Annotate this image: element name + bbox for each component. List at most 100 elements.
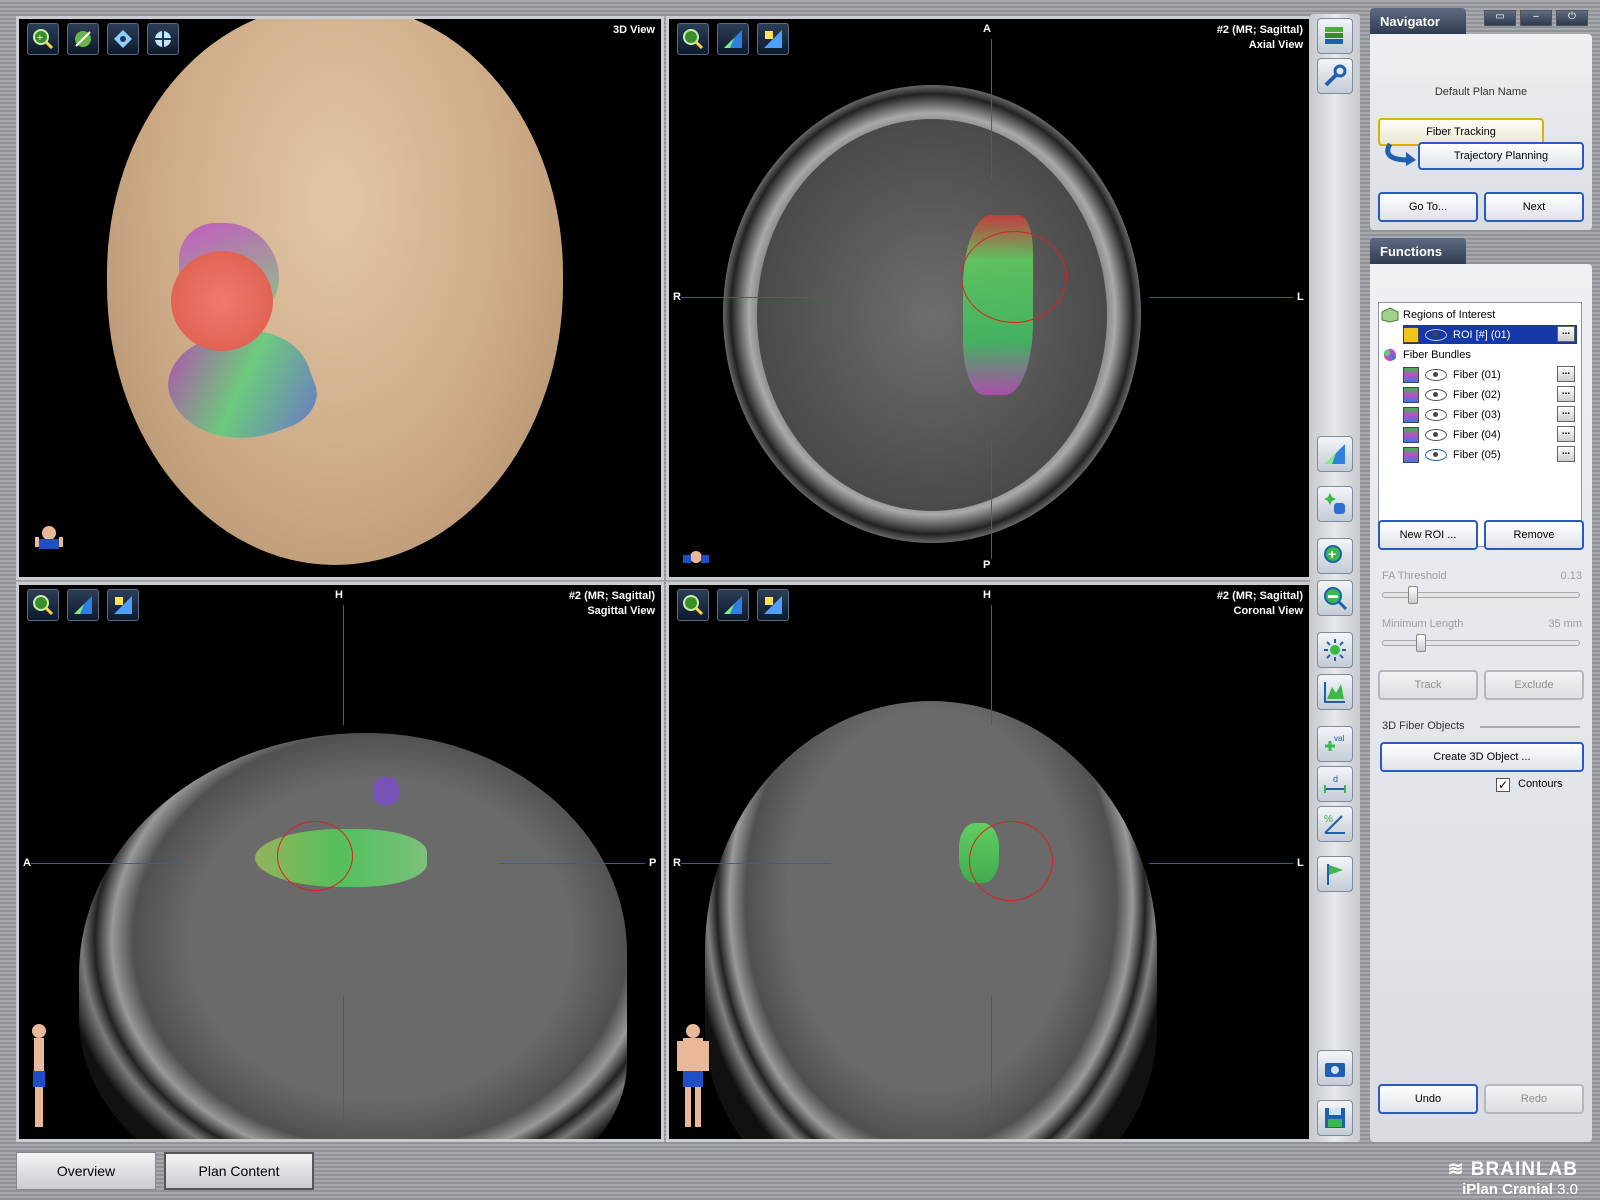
min-length-thumb[interactable]: [1416, 634, 1426, 652]
create-3d-object-button[interactable]: Create 3D Object ...: [1380, 742, 1584, 772]
roi-more-button[interactable]: ...: [1557, 326, 1575, 342]
window-controls: ▭ – ⏻: [1484, 10, 1588, 26]
tab-plan-content[interactable]: Plan Content: [164, 1152, 314, 1190]
visibility-eye-icon[interactable]: [1425, 428, 1447, 441]
wrench-icon[interactable]: [1317, 58, 1353, 94]
distance-icon[interactable]: d: [1317, 766, 1353, 802]
rotate-icon[interactable]: [67, 23, 99, 55]
next-button[interactable]: Next: [1484, 192, 1584, 222]
fa-threshold-thumb[interactable]: [1408, 586, 1418, 604]
visibility-eye-icon[interactable]: [1425, 448, 1447, 461]
view-sagittal-label: #2 (MR; Sagittal) Sagittal View: [569, 589, 655, 619]
contours-checkbox[interactable]: ✓: [1496, 778, 1510, 792]
fiber-more-button[interactable]: ...: [1557, 426, 1575, 442]
axial-brain: [757, 119, 1107, 511]
product-text: iPlan Cranial: [1462, 1181, 1553, 1198]
min-length-value: 35 mm: [1548, 618, 1582, 630]
orient-left: A: [23, 857, 31, 869]
view-axial[interactable]: #2 (MR; Sagittal) Axial View A P R L: [666, 16, 1312, 580]
fiber-color-swatch[interactable]: [1403, 406, 1419, 423]
angle-icon[interactable]: %: [1317, 806, 1353, 842]
view-coronal-label: #2 (MR; Sagittal) Coronal View: [1217, 589, 1303, 619]
fiber-more-button[interactable]: ...: [1557, 366, 1575, 382]
fiber-more-button[interactable]: ...: [1557, 406, 1575, 422]
remove-button[interactable]: Remove: [1484, 520, 1584, 550]
window-level-icon[interactable]: [757, 23, 789, 55]
minimize-icon[interactable]: –: [1520, 10, 1552, 26]
sparkle-hand-icon[interactable]: [1317, 486, 1353, 522]
value-icon[interactable]: val: [1317, 726, 1353, 762]
layers-icon[interactable]: [1317, 18, 1353, 54]
min-length-slider[interactable]: [1382, 640, 1580, 646]
fiber-color-swatch[interactable]: [1403, 426, 1419, 443]
histogram-icon[interactable]: [1317, 674, 1353, 710]
functions-tab[interactable]: Functions: [1370, 238, 1466, 265]
crosshair-h-right: [1149, 297, 1293, 298]
svg-text:val: val: [1334, 734, 1344, 743]
fiber-label: Fiber (03): [1453, 408, 1501, 421]
crosshair-v-top: [991, 605, 992, 725]
orientation-figure-icon: [673, 1021, 713, 1134]
step-trajectory-planning[interactable]: Trajectory Planning: [1418, 142, 1584, 170]
crosshair-h-right: [1149, 863, 1293, 864]
window-level-icon[interactable]: [757, 589, 789, 621]
product-name: iPlan Cranial 3.0: [1448, 1181, 1578, 1198]
fiber-color-swatch[interactable]: [1403, 366, 1419, 383]
zoom-icon[interactable]: [677, 23, 709, 55]
brightness-icon[interactable]: [1317, 632, 1353, 668]
fiber-group-label: Fiber Bundles: [1403, 348, 1471, 361]
view-3d-tools: +: [27, 23, 179, 55]
objects-section-label: 3D Fiber Objects: [1382, 720, 1465, 732]
power-icon[interactable]: ⏻: [1556, 10, 1588, 26]
crosshair-h-left: [31, 863, 181, 864]
vertical-toolbar: + val d %: [1310, 14, 1360, 1142]
zoom-icon[interactable]: +: [27, 23, 59, 55]
view-coronal[interactable]: #2 (MR; Sagittal)Coronal View H F R L: [666, 582, 1312, 1142]
orient-right: P: [649, 857, 657, 869]
view-sagittal[interactable]: #2 (MR; Sagittal)Sagittal View H F A P: [16, 582, 664, 1142]
zoom-out-icon[interactable]: [1317, 580, 1353, 616]
save-icon[interactable]: [1317, 1100, 1353, 1136]
fiber-more-button[interactable]: ...: [1557, 446, 1575, 462]
track-button[interactable]: Track: [1378, 670, 1478, 700]
reset-view-icon[interactable]: [107, 23, 139, 55]
camera-icon[interactable]: [1317, 1050, 1353, 1086]
visibility-eye-icon[interactable]: [1425, 368, 1447, 381]
blend-icon[interactable]: [1317, 436, 1353, 472]
sagittal-name: Sagittal View: [587, 605, 655, 617]
fiber-group[interactable]: Fiber Bundles: [1381, 345, 1471, 364]
redo-button[interactable]: Redo: [1484, 1084, 1584, 1114]
roi-color-swatch[interactable]: [1403, 326, 1419, 343]
pan-icon[interactable]: [67, 589, 99, 621]
zoom-icon[interactable]: [677, 589, 709, 621]
visibility-eye-icon[interactable]: [1425, 408, 1447, 421]
navigator-panel: Navigator ▭ – ⏻ Default Plan Name Fiber …: [1370, 8, 1592, 230]
step-arrow-icon: [1382, 142, 1418, 169]
crosshair-h-left: [681, 863, 831, 864]
exclude-button[interactable]: Exclude: [1484, 670, 1584, 700]
company-text: BRAINLAB: [1470, 1159, 1578, 1180]
fiber-color-swatch[interactable]: [1403, 386, 1419, 403]
goto-button[interactable]: Go To...: [1378, 192, 1478, 222]
navigator-tab[interactable]: Navigator: [1370, 8, 1466, 35]
new-roi-button[interactable]: New ROI ...: [1378, 520, 1478, 550]
crosshair-v-bottom: [991, 995, 992, 1123]
pan-icon[interactable]: [717, 23, 749, 55]
flag-icon[interactable]: [1317, 856, 1353, 892]
zoom-in-icon[interactable]: +: [1317, 538, 1353, 574]
visibility-eye-icon[interactable]: [1425, 388, 1447, 401]
window-level-icon[interactable]: [107, 589, 139, 621]
fiber-color-swatch[interactable]: [1403, 446, 1419, 463]
undo-button[interactable]: Undo: [1378, 1084, 1478, 1114]
visibility-eye-icon[interactable]: [1425, 328, 1447, 341]
view-3d[interactable]: + 3D View: [16, 16, 664, 580]
fiber-more-button[interactable]: ...: [1557, 386, 1575, 402]
help-book-icon[interactable]: ▭: [1484, 10, 1516, 26]
roi-group[interactable]: Regions of Interest: [1381, 305, 1495, 324]
zoom-icon[interactable]: [27, 589, 59, 621]
orientation-icon[interactable]: [147, 23, 179, 55]
svg-text:+: +: [37, 33, 43, 44]
fa-threshold-label: FA Threshold: [1382, 570, 1447, 582]
pan-icon[interactable]: [717, 589, 749, 621]
tab-overview[interactable]: Overview: [16, 1152, 156, 1190]
